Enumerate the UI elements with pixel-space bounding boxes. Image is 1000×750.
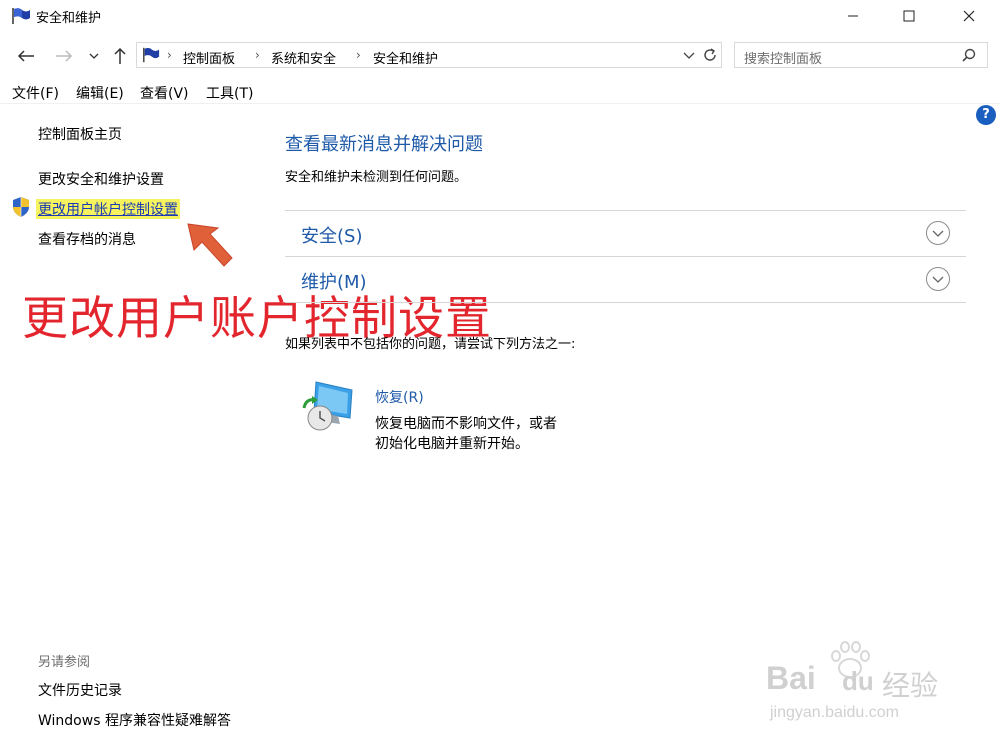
close-button[interactable]	[946, 0, 992, 32]
status-message: 安全和维护未检测到任何问题。	[285, 170, 468, 185]
window-title: 安全和维护	[36, 11, 102, 26]
back-arrow-icon	[17, 50, 34, 62]
minimize-button[interactable]	[830, 0, 876, 32]
address-bar[interactable]: › 控制面板 › 系统和安全 › 安全和维护	[136, 42, 722, 68]
breadcrumb-control-panel[interactable]: 控制面板	[183, 48, 235, 67]
breadcrumb-separator-icon: ›	[356, 48, 361, 62]
search-box[interactable]: 搜索控制面板	[734, 42, 988, 68]
hint-text: 如果列表中不包括你的问题，请尝试下列方法之一:	[285, 337, 576, 352]
breadcrumb-system-security[interactable]: 系统和安全	[271, 48, 336, 67]
menu-view[interactable]: 查看(V)	[140, 83, 189, 103]
watermark-brand-suffix: du	[842, 666, 874, 696]
recovery-icon	[302, 381, 353, 431]
recovery-description-line2: 初始化电脑并重新开始。	[375, 436, 529, 452]
see-also-file-history[interactable]: 文件历史记录	[38, 680, 122, 700]
see-also-compatibility-troubleshooter[interactable]: Windows 程序兼容性疑难解答	[38, 710, 231, 730]
recovery-link[interactable]: 恢复(R)	[375, 387, 424, 407]
uac-shield-icon	[13, 197, 29, 217]
address-dropdown-icon[interactable]	[683, 52, 695, 60]
minimize-icon	[848, 15, 858, 17]
watermark-jingyan: 经验	[882, 670, 939, 701]
up-button[interactable]	[108, 44, 132, 68]
chevron-down-icon	[89, 53, 99, 59]
chevron-down-icon	[932, 276, 944, 283]
section-divider	[285, 210, 966, 211]
menu-file[interactable]: 文件(F)	[12, 83, 59, 103]
section-divider	[285, 256, 966, 257]
menu-divider	[0, 103, 1000, 104]
flag-icon	[12, 8, 30, 24]
close-icon	[963, 10, 975, 22]
watermark-brand: Bai	[766, 660, 816, 696]
recovery-description-line1: 恢复电脑而不影响文件，或者	[375, 416, 557, 432]
page-heading: 查看最新消息并解决问题	[285, 134, 483, 155]
breadcrumb-separator-icon: ›	[167, 48, 172, 62]
control-panel-flag-icon	[143, 47, 160, 63]
breadcrumb-separator-icon: ›	[255, 48, 260, 62]
menu-edit[interactable]: 编辑(E)	[76, 83, 124, 103]
maximize-icon	[903, 10, 915, 22]
sidebar-home-link[interactable]: 控制面板主页	[38, 124, 122, 144]
menu-tools[interactable]: 工具(T)	[206, 83, 253, 103]
expand-security-button[interactable]	[926, 221, 950, 245]
section-maintenance[interactable]: 维护(M)	[301, 268, 367, 294]
back-button[interactable]	[14, 44, 38, 68]
search-placeholder[interactable]: 搜索控制面板	[744, 48, 822, 67]
up-arrow-icon	[114, 47, 126, 64]
help-icon[interactable]: ?	[976, 105, 996, 125]
recent-locations-button[interactable]	[84, 44, 104, 68]
see-also-title: 另请参阅	[38, 655, 91, 670]
section-divider	[285, 302, 966, 303]
annotation-arrow-icon	[187, 223, 233, 267]
expand-maintenance-button[interactable]	[926, 267, 950, 291]
maximize-button[interactable]	[886, 0, 932, 32]
title-bar: 安全和维护	[0, 0, 1000, 32]
refresh-icon[interactable]	[702, 47, 718, 63]
forward-button[interactable]	[52, 44, 76, 68]
sidebar-item-change-uac-settings[interactable]: 更改用户帐户控制设置	[36, 199, 180, 219]
watermark-url: jingyan.baidu.com	[770, 704, 899, 721]
breadcrumb-security-maintenance[interactable]: 安全和维护	[373, 48, 438, 67]
section-security[interactable]: 安全(S)	[301, 222, 362, 248]
search-icon[interactable]	[962, 48, 976, 62]
chevron-down-icon	[932, 230, 944, 237]
sidebar-item-change-security-settings[interactable]: 更改安全和维护设置	[38, 169, 164, 189]
sidebar-item-view-archived-messages[interactable]: 查看存档的消息	[38, 229, 136, 249]
forward-arrow-icon	[56, 50, 73, 62]
